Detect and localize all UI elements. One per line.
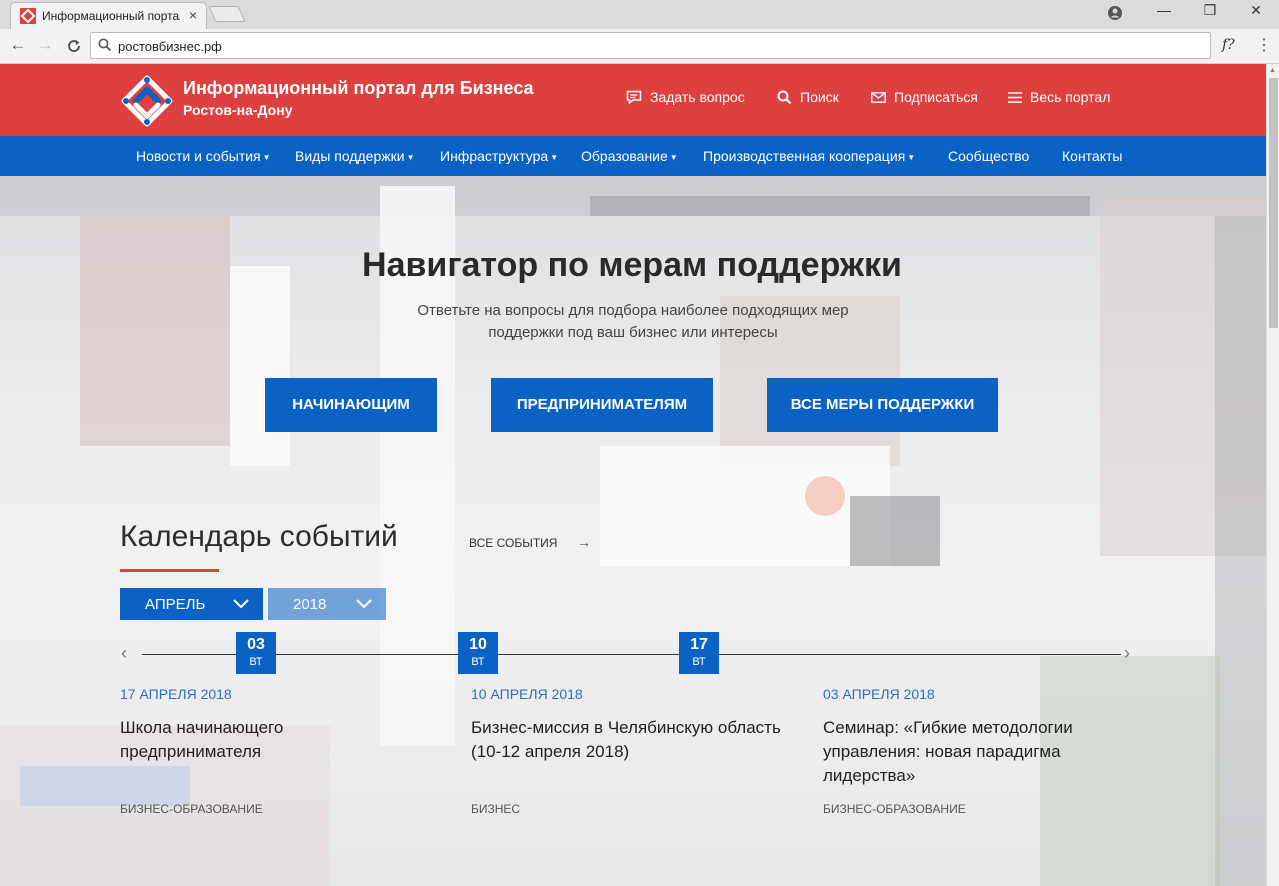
- timeline-next-icon[interactable]: ›: [1124, 643, 1130, 664]
- event-title-link[interactable]: Семинар: «Гибкие методологии управления:…: [823, 716, 1123, 788]
- back-arrow-icon[interactable]: ←: [6, 35, 30, 55]
- timeline-prev-icon[interactable]: ‹: [121, 643, 127, 664]
- event-title-link[interactable]: Бизнес-миссия в Челябинскую область (10-…: [471, 716, 781, 764]
- day-number: 10: [469, 636, 487, 653]
- browser-tab[interactable]: Информационный портал ×: [10, 2, 207, 29]
- hero-subtitle: Ответьте на вопросы для подбора наиболее…: [417, 302, 849, 341]
- site-favicon-icon: [20, 8, 36, 24]
- scroll-up-icon[interactable]: ▲: [1269, 67, 1276, 74]
- day-weekday: ВТ: [692, 656, 706, 668]
- address-bar[interactable]: ростовбизнес.рф: [90, 32, 1211, 59]
- window-minimize-button[interactable]: —: [1141, 2, 1187, 18]
- year-select[interactable]: 2018: [268, 588, 386, 620]
- window-close-button[interactable]: ✕: [1233, 2, 1279, 19]
- month-select[interactable]: АПРЕЛЬ: [120, 588, 263, 620]
- event-date: 03 АПРЕЛЯ 2018: [823, 686, 935, 702]
- browser-toolbar: ← → ростовбизнес.рф f? ⋮: [0, 29, 1279, 64]
- month-select-value: АПРЕЛЬ: [145, 596, 206, 613]
- hero-title: Навигатор по мерам поддержки: [362, 246, 902, 284]
- day-weekday: ВТ: [471, 656, 485, 668]
- browser-menu-icon[interactable]: ⋮: [1256, 35, 1272, 55]
- hero-content: Навигатор по мерам поддержки Ответьте на…: [0, 64, 1266, 886]
- scroll-thumb[interactable]: [1269, 78, 1278, 328]
- new-tab-button[interactable]: [208, 6, 246, 22]
- year-select-value: 2018: [293, 596, 327, 613]
- timeline-day-badge[interactable]: 17 ВТ: [679, 632, 719, 674]
- profile-icon[interactable]: [1107, 5, 1123, 21]
- window-maximize-button[interactable]: ❐: [1187, 2, 1233, 19]
- event-title-link[interactable]: Школа начинающего предпринимателя: [120, 716, 420, 764]
- tab-title: Информационный портал: [42, 9, 180, 23]
- calendar-title-underline: [120, 569, 219, 572]
- timeline-day-badge[interactable]: 03 ВТ: [236, 632, 276, 674]
- all-support-measures-button[interactable]: ВСЕ МЕРЫ ПОДДЕРЖКИ: [767, 378, 998, 432]
- arrow-right-icon: →: [577, 534, 591, 550]
- chevron-down-icon: [233, 599, 249, 609]
- event-category: БИЗНЕС-ОБРАЗОВАНИЕ: [120, 802, 263, 816]
- browser-tabstrip: Информационный портал × — ❐ ✕: [0, 0, 1279, 29]
- beginners-button[interactable]: НАЧИНАЮЩИМ: [265, 378, 437, 432]
- page-scrollbar[interactable]: ▲: [1266, 64, 1279, 886]
- timeline-day-badge[interactable]: 10 ВТ: [458, 632, 498, 674]
- extension-icon[interactable]: f?: [1222, 37, 1235, 53]
- url-text: ростовбизнес.рф: [118, 39, 222, 54]
- reload-icon[interactable]: [66, 38, 82, 54]
- entrepreneurs-button[interactable]: ПРЕДПРИНИМАТЕЛЯМ: [491, 378, 713, 432]
- event-category: БИЗНЕС: [471, 802, 521, 816]
- calendar-title: Календарь событий: [120, 520, 398, 553]
- timeline-line: [142, 654, 1121, 655]
- all-events-link[interactable]: ВСЕ СОБЫТИЯ: [469, 536, 557, 550]
- tab-close-icon[interactable]: ×: [189, 7, 197, 23]
- event-date: 10 АПРЕЛЯ 2018: [471, 686, 583, 702]
- forward-arrow-icon[interactable]: →: [33, 35, 57, 55]
- day-number: 17: [690, 636, 708, 653]
- site-page: Информационный портал для Бизнеса Ростов…: [0, 64, 1266, 886]
- day-number: 03: [247, 636, 265, 653]
- event-date: 17 АПРЕЛЯ 2018: [120, 686, 232, 702]
- chevron-down-icon: [356, 599, 372, 609]
- search-icon: [98, 38, 112, 52]
- event-category: БИЗНЕС-ОБРАЗОВАНИЕ: [823, 802, 966, 816]
- day-weekday: ВТ: [249, 656, 263, 668]
